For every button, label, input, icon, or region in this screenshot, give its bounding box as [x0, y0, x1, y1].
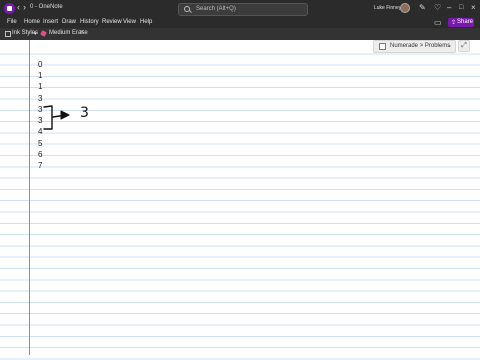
close-icon[interactable]: × — [471, 3, 476, 13]
menu-help[interactable]: Help — [140, 19, 152, 25]
list-item: 7 — [38, 161, 43, 170]
chevron-down-icon: ⌄ — [447, 43, 453, 49]
search-placeholder: Search (Alt+Q) — [196, 6, 236, 12]
maximize-icon[interactable]: □ — [459, 3, 463, 13]
menu-bar: File Home Insert Draw History Review Vie… — [0, 17, 480, 28]
list-item: 6 — [38, 150, 43, 159]
search-icon — [184, 6, 190, 12]
menu-view[interactable]: View — [123, 19, 136, 25]
tag-label: Numerade > Problems — [390, 43, 451, 49]
list-item: 3 — [38, 94, 43, 103]
menu-review[interactable]: Review — [102, 19, 122, 25]
user-name[interactable]: Luke Finney — [374, 5, 401, 11]
notebook-tag-dropdown[interactable]: Numerade > Problems ⌄ — [373, 40, 456, 53]
menu-history[interactable]: History — [80, 19, 99, 25]
list-item: 4 — [38, 127, 43, 136]
list-item: 3 — [38, 116, 43, 125]
ink-styles-icon — [5, 31, 11, 37]
list-item: 1 — [38, 71, 43, 80]
expand-icon[interactable]: ⤢ — [458, 40, 470, 52]
minimize-icon[interactable]: – — [447, 3, 451, 13]
list-item: 3 — [38, 105, 43, 114]
menu-insert[interactable]: Insert — [43, 19, 58, 25]
chat-icon[interactable]: ▭ — [434, 18, 442, 27]
share-icon: ⇪ — [451, 20, 457, 26]
back-arrow-icon[interactable]: ‹ — [17, 2, 20, 12]
note-canvas[interactable] — [0, 40, 480, 360]
menu-draw[interactable]: Draw — [62, 19, 76, 25]
menu-home[interactable]: Home — [24, 19, 40, 25]
forward-arrow-icon[interactable]: › — [23, 2, 26, 12]
list-item: 1 — [38, 82, 43, 91]
eraser-icon — [40, 30, 47, 37]
avatar[interactable] — [400, 3, 410, 13]
onenote-logo-icon — [4, 3, 15, 14]
pen-icon[interactable]: ✎ — [419, 3, 426, 13]
ink-styles-dropdown-icon[interactable]: ▾ — [34, 31, 37, 37]
search-box[interactable]: Search (Alt+Q) — [178, 3, 308, 16]
list-item: 0 — [38, 60, 43, 69]
share-label: Share — [457, 19, 474, 25]
window-title: 0 - OneNote — [30, 4, 63, 10]
tag-checkbox[interactable] — [379, 43, 386, 50]
list-item: 5 — [38, 139, 43, 148]
menu-file[interactable]: File — [7, 19, 17, 25]
title-bar: ‹ › 0 - OneNote Search (Alt+Q) Luke Finn… — [0, 0, 480, 17]
share-button[interactable]: ⇪ Share — [448, 18, 474, 27]
lightbulb-icon[interactable]: ♡ — [434, 3, 441, 13]
margin-line — [29, 40, 30, 355]
close-toolbar-icon[interactable]: × — [80, 29, 84, 36]
